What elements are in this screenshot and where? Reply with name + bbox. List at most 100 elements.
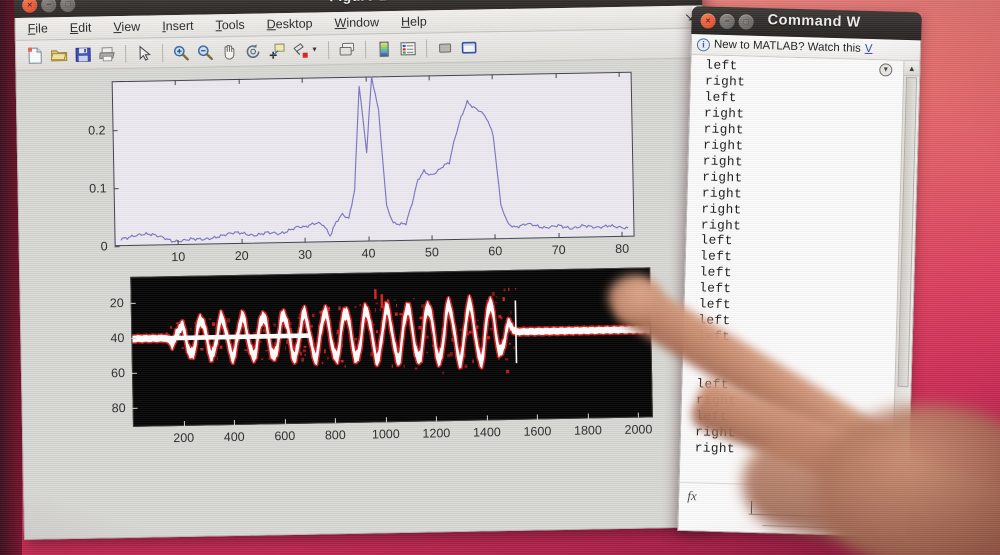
output-line-list: left right left right right right right right ri…: [694, 57, 895, 461]
x-tick-mark: [495, 234, 497, 240]
command-prompt-area[interactable]: fx: [678, 481, 908, 537]
x-tick-label: 200: [173, 430, 195, 446]
brush-dropdown-caret[interactable]: ▼: [311, 46, 318, 53]
scrollbar-up-arrow-icon[interactable]: ▲: [904, 60, 920, 77]
separator-1: [124, 44, 127, 63]
y-tick-label: 80: [111, 400, 126, 415]
zoom-out-icon[interactable]: [194, 41, 216, 63]
x-tick-label: 80: [615, 241, 630, 257]
x-tick-mark: [183, 420, 185, 426]
minimize-icon[interactable]: −: [719, 13, 735, 29]
x-tick-label: 2000: [624, 422, 653, 437]
y-tick-mark: [114, 246, 120, 248]
y-tick-label: 0.2: [88, 123, 106, 138]
fx-prompt-icon: fx: [687, 488, 697, 504]
x-tick-mark: [621, 231, 623, 237]
bottom-plot-axes: [130, 267, 653, 427]
new-figure-icon[interactable]: [24, 44, 46, 66]
x-tick-mark: [618, 71, 620, 77]
x-tick-mark: [238, 78, 240, 84]
legend-icon[interactable]: [397, 37, 419, 59]
scrollbar-thumb[interactable]: [897, 77, 918, 388]
open-file-icon[interactable]: [48, 43, 70, 65]
menu-item-edit[interactable]: Edit: [70, 19, 104, 36]
figure-canvas: 0 0.1 0.2 10 20 30 40 50 60 70 80 20 40 60 80 200 400…: [16, 58, 711, 539]
x-tick-label: 30: [298, 247, 313, 262]
save-figure-icon[interactable]: [72, 43, 94, 65]
top-plot-line: [120, 75, 629, 243]
menu-item-tools[interactable]: Tools: [215, 17, 256, 34]
bottom-image-plot[interactable]: 20 40 60 80 200 400 600 800 1000 1200 1400 1600 180…: [110, 267, 653, 445]
x-tick-mark: [431, 235, 433, 241]
colorbar-icon[interactable]: [373, 38, 395, 60]
x-tick-label: 600: [274, 428, 296, 444]
notice-link[interactable]: V: [865, 43, 873, 55]
x-tick-mark: [335, 418, 337, 424]
brush-select-icon[interactable]: [290, 39, 312, 61]
close-icon[interactable]: ×: [700, 12, 716, 29]
y-tick-label: 0.1: [89, 181, 107, 196]
pan-hand-icon[interactable]: [218, 40, 240, 62]
prompt-rule-lower: [762, 525, 903, 531]
print-figure-icon[interactable]: [96, 43, 118, 65]
text-caret: [750, 500, 753, 514]
zoom-in-icon[interactable]: [170, 41, 192, 63]
x-tick-label: 40: [361, 246, 376, 261]
x-tick-label: 1400: [472, 425, 501, 440]
menu-label-view: iew: [121, 19, 141, 35]
x-tick-label: 20: [234, 248, 249, 263]
x-tick-label: 1600: [523, 424, 552, 439]
menu-label-file: ile: [35, 21, 48, 36]
x-tick-mark: [241, 238, 243, 244]
x-tick-label: 400: [223, 429, 245, 445]
x-tick-mark: [304, 237, 306, 243]
top-line-plot[interactable]: 0 0.1 0.2 10 20 30 40 50 60 70 80: [88, 71, 635, 264]
separator-4: [364, 40, 367, 59]
menu-label-help: elp: [409, 14, 427, 29]
command-window-output[interactable]: left right left right right right right right ri…: [679, 55, 920, 489]
figure-window[interactable]: × − □ Figure 1 File Edit View Insert Too…: [14, 0, 712, 540]
x-tick-mark: [385, 417, 387, 423]
x-tick-mark: [284, 419, 286, 425]
info-icon: i: [696, 37, 711, 52]
menu-item-insert[interactable]: Insert: [162, 17, 206, 34]
x-tick-mark: [587, 413, 589, 419]
x-tick-mark: [492, 74, 494, 80]
command-window[interactable]: × − □ Command W i New to MATLAB? Watch t…: [677, 6, 922, 538]
x-tick-label: 70: [551, 242, 566, 258]
y-tick-label: 60: [110, 365, 126, 381]
menu-item-desktop[interactable]: Desktop: [267, 15, 325, 32]
output-scrollbar[interactable]: ▲: [891, 60, 920, 489]
link-plot-icon[interactable]: [336, 38, 358, 60]
y-tick-mark: [130, 302, 136, 305]
y-tick-mark: [132, 407, 138, 409]
separator-5: [425, 38, 428, 57]
command-window-body: i New to MATLAB? Watch this V left right l…: [677, 33, 922, 538]
maximize-icon[interactable]: □: [738, 13, 754, 30]
figure-body: File Edit View Insert Tools Desktop Wind…: [14, 5, 712, 540]
menu-item-file[interactable]: File: [28, 20, 60, 37]
rotate-3d-icon[interactable]: [242, 40, 264, 62]
separator-3: [327, 40, 330, 59]
data-cursor-icon[interactable]: [266, 39, 288, 61]
hide-plot-tools-icon[interactable]: [434, 36, 456, 58]
x-tick-mark: [301, 77, 303, 83]
y-tick-mark: [113, 188, 119, 190]
y-tick-mark: [131, 372, 138, 374]
x-tick-label: 10: [171, 249, 186, 265]
menu-label-window: indow: [346, 15, 380, 30]
y-tick-label: 20: [109, 296, 124, 311]
edit-plot-pointer-icon[interactable]: [133, 42, 155, 64]
x-tick-label: 1200: [422, 426, 451, 441]
menu-item-view[interactable]: View: [113, 18, 152, 35]
show-plot-tools-icon[interactable]: [458, 36, 480, 58]
command-window-title: Command W: [767, 12, 861, 31]
y-tick-mark: [131, 337, 137, 339]
x-tick-mark: [365, 76, 367, 82]
menu-item-help[interactable]: Help: [401, 13, 439, 30]
menu-item-window[interactable]: Window: [334, 14, 391, 31]
x-tick-mark: [428, 75, 430, 81]
x-tick-mark: [175, 80, 177, 86]
menu-label-insert: nsert: [165, 18, 194, 34]
x-tick-label: 800: [324, 427, 346, 443]
